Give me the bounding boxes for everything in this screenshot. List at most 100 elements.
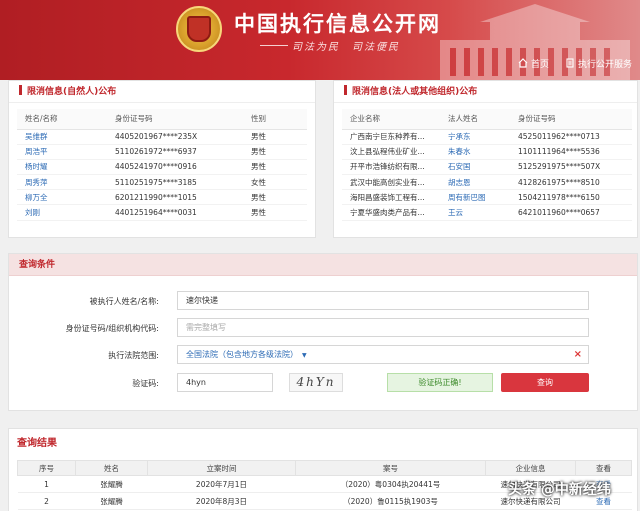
clear-icon[interactable]: ×: [574, 346, 582, 363]
row-index: 2: [17, 492, 76, 510]
filing-date: 2020年8月3日: [147, 492, 296, 510]
column-header: 性别: [251, 109, 307, 130]
gender: 男性: [251, 129, 307, 145]
row-index: 1: [17, 475, 76, 493]
captcha-input[interactable]: 4hyn: [177, 373, 273, 392]
slogan-divider: [260, 45, 288, 46]
org-name: 武汉中能高创实业有...: [342, 174, 448, 191]
id-number: 5110251975****3185: [115, 174, 251, 191]
column-header: 法人姓名: [448, 109, 518, 130]
gender: 男性: [251, 159, 307, 176]
legal-person-link[interactable]: 王云: [448, 204, 518, 221]
org-name: 海阳昌盛装饰工程有...: [342, 189, 448, 206]
watermark: 头条 @中新经纬: [508, 482, 611, 498]
id-number: 5110261972****6937: [115, 144, 251, 160]
table-row: 海阳昌盛装饰工程有... 周有新巴图 1504211978****6150: [342, 189, 632, 206]
captcha-label: 验证码:: [132, 379, 159, 388]
restricted-orgs-table: 企业名称 法人姓名 身份证号码 广西南宁巨东种养有... 宁承东 452501196…: [342, 109, 632, 221]
legal-person-link[interactable]: 胡志恩: [448, 174, 518, 191]
nav-home-label: 首页: [531, 59, 550, 70]
executed-person-name-input[interactable]: 速尔快递: [177, 291, 589, 310]
restricted-orgs-panel: 限消信息(法人或其他组织)公布 企业名称 法人姓名 身份证号码 广西南宁巨东种养…: [333, 80, 638, 238]
id-number: 1101111964****5536: [518, 144, 632, 160]
legal-person-link[interactable]: 周有新巴图: [448, 189, 518, 206]
id-field-label: 身份证号码/组织机构代码:: [65, 324, 159, 333]
id-number: 6201211990****1015: [115, 189, 251, 206]
court-scope-label: 执行法院范围:: [108, 351, 159, 360]
person-name-link[interactable]: 柳万全: [17, 189, 115, 206]
query-conditions-title: 查询条件: [9, 254, 637, 276]
column-header: 身份证号码: [518, 109, 632, 130]
person-name-link[interactable]: 周浩平: [17, 144, 115, 160]
person-name-link[interactable]: 吴维群: [17, 129, 115, 145]
table-header-row: 企业名称 法人姓名 身份证号码: [342, 109, 632, 130]
person-name-link[interactable]: 刘刚: [17, 204, 115, 221]
legal-person-link[interactable]: 朱春水: [448, 144, 518, 160]
person-name-link[interactable]: 周秀萍: [17, 174, 115, 191]
table-header-row: 序号 姓名 立案时间 案号 企业信息 查看: [17, 460, 632, 476]
nav-public-service-link[interactable]: 执行公开服务: [565, 56, 632, 70]
nav-home-link[interactable]: 首页: [518, 56, 549, 70]
gender: 男性: [251, 204, 307, 221]
search-button[interactable]: 查询: [501, 373, 589, 392]
filing-date: 2020年7月1日: [147, 475, 296, 493]
table-row: 广西南宁巨东种养有... 宁承东 4525011962****0713: [342, 129, 632, 145]
column-header: 企业信息: [485, 460, 576, 476]
id-number: 4128261975****8510: [518, 174, 632, 191]
table-row: 周浩平 5110261972****6937 男性: [17, 144, 307, 160]
site-header: 中国执行信息公开网 司法为民 司法便民 首页 执行公开服务: [0, 0, 640, 80]
restricted-orgs-scroll[interactable]: 企业名称 法人姓名 身份证号码 广西南宁巨东种养有... 宁承东 452501196…: [342, 109, 632, 231]
restricted-persons-title: 限消信息(自然人)公布: [9, 81, 315, 103]
table-row: 柳万全 6201211990****1015 男性: [17, 189, 307, 206]
name-field-label: 被执行人姓名/名称:: [89, 297, 159, 306]
table-row: 开平市浩锋纺织有限... 石安国 5125291975****507X: [342, 159, 632, 176]
column-header: 姓名: [75, 460, 148, 476]
site-slogan: 司法为民 司法便民: [292, 42, 400, 53]
column-header: 查看: [575, 460, 632, 476]
restricted-persons-scroll[interactable]: 姓名/名称 身份证号码 性别 吴维群 4405201967****235X 男性 周…: [17, 109, 307, 231]
column-header: 姓名/名称: [17, 109, 115, 130]
legal-person-link[interactable]: 石安国: [448, 159, 518, 176]
gender: 男性: [251, 189, 307, 206]
id-number: 5125291975****507X: [518, 159, 632, 176]
caret-down-icon: ▼: [302, 352, 307, 359]
column-header: 立案时间: [147, 460, 296, 476]
case-number: （2020）粤0304执20441号: [295, 475, 486, 493]
gender: 女性: [251, 174, 307, 191]
column-header: 企业名称: [342, 109, 448, 130]
site-title: 中国执行信息公开网: [234, 11, 441, 36]
id-number: 6421011960****0657: [518, 204, 632, 221]
table-row: 吴维群 4405201967****235X 男性: [17, 129, 307, 145]
nav-public-service-label: 执行公开服务: [578, 59, 633, 70]
id-number: 4401251964****0031: [115, 204, 251, 221]
id-number: 1504211978****6150: [518, 189, 632, 206]
party-name: 张耀腾: [75, 475, 148, 493]
column-header: 身份证号码: [115, 109, 251, 130]
case-number: （2020）鲁0115执1903号: [295, 492, 486, 510]
id-number: 4405241970****0916: [115, 159, 251, 176]
court-scope-select[interactable]: 全国法院（包含地方各级法院） ▼ ×: [177, 345, 589, 364]
captcha-image[interactable]: 4hYn: [289, 373, 343, 392]
table-row: 宁夏华盛肉类产品有... 王云 6421011960****0657: [342, 204, 632, 221]
table-row: 周秀萍 5110251975****3185 女性: [17, 174, 307, 191]
court-scope-value: 全国法院（包含地方各级法院）: [186, 350, 298, 359]
id-number: 4525011962****0713: [518, 129, 632, 145]
legal-person-link[interactable]: 宁承东: [448, 129, 518, 145]
home-icon: [518, 58, 528, 68]
restricted-persons-table: 姓名/名称 身份证号码 性别 吴维群 4405201967****235X 男性 周…: [17, 109, 307, 221]
id-number: 4405201967****235X: [115, 129, 251, 145]
column-header: 案号: [295, 460, 486, 476]
captcha-verified-badge: 验证码正确!: [387, 373, 493, 392]
table-row: 汶上县弘程伟业矿业... 朱春水 1101111964****5536: [342, 144, 632, 160]
person-name-link[interactable]: 杨时耀: [17, 159, 115, 176]
id-number-input[interactable]: 需完整填写: [177, 318, 589, 337]
column-header: 序号: [17, 460, 76, 476]
restricted-orgs-title: 限消信息(法人或其他组织)公布: [334, 81, 637, 103]
document-icon: [566, 58, 574, 68]
org-name: 广西南宁巨东种养有...: [342, 129, 448, 145]
party-name: 张耀腾: [75, 492, 148, 510]
restricted-persons-panel: 限消信息(自然人)公布 姓名/名称 身份证号码 性别 吴维群 4405201967…: [8, 80, 316, 238]
query-results-title: 查询结果: [17, 438, 57, 449]
org-name: 开平市浩锋纺织有限...: [342, 159, 448, 176]
table-header-row: 姓名/名称 身份证号码 性别: [17, 109, 307, 130]
